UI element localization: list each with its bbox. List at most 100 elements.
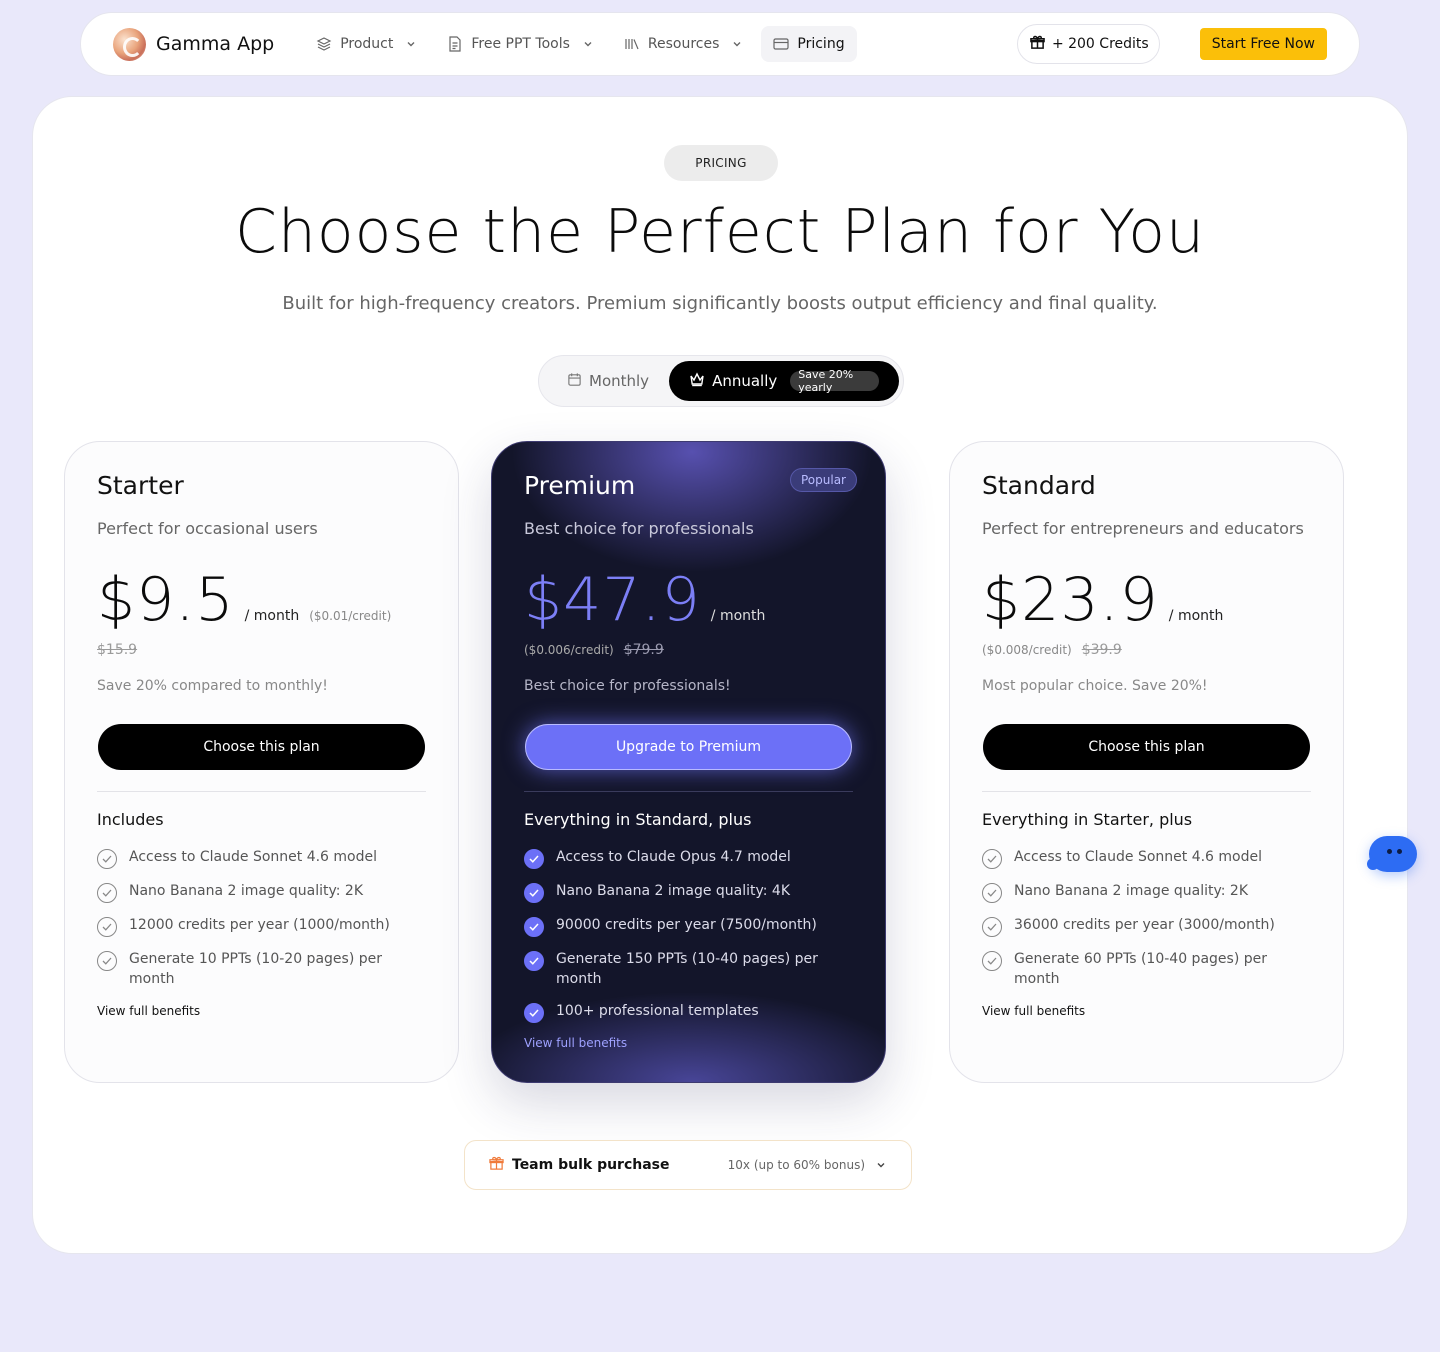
- layers-icon: [316, 36, 332, 52]
- chevron-down-icon: [584, 42, 592, 47]
- check-circle-icon: [524, 1003, 544, 1023]
- divider: [97, 791, 426, 792]
- plan-name: Standard: [982, 471, 1096, 500]
- pricing-badge: PRICING: [664, 145, 778, 181]
- view-full-benefits-link[interactable]: View full benefits: [524, 1036, 627, 1050]
- plan-note: Best choice for professionals!: [524, 678, 731, 694]
- nav-item-label: Pricing: [797, 36, 845, 52]
- plan-description: Perfect for occasional users: [97, 519, 318, 538]
- gift-icon: [489, 1156, 504, 1175]
- billing-monthly-option[interactable]: Monthly: [543, 361, 669, 401]
- feature-item: Nano Banana 2 image quality: 2K: [97, 881, 428, 903]
- check-circle-icon: [524, 883, 544, 903]
- billing-toggle: Monthly Annually Save 20% yearly: [538, 355, 904, 407]
- price-per-credit: ($0.006/credit): [524, 643, 614, 657]
- check-circle-icon: [97, 849, 117, 869]
- save-yearly-badge: Save 20% yearly: [790, 368, 879, 394]
- price-per-credit: ($0.008/credit): [982, 643, 1072, 657]
- billing-annually-label: Annually: [712, 372, 778, 390]
- brand-logo[interactable]: Gamma App: [113, 27, 274, 61]
- feature-item: 90000 credits per year (7500/month): [524, 915, 855, 937]
- bulk-title: Team bulk purchase: [512, 1157, 670, 1173]
- feature-text: 36000 credits per year (3000/month): [1014, 917, 1275, 933]
- feature-text: Generate 150 PPTs (10-40 pages) per mont…: [556, 951, 818, 987]
- crown-icon: [689, 371, 705, 391]
- plan-card-premium: Popular Premium Best choice for professi…: [491, 441, 886, 1083]
- plan-name: Premium: [524, 471, 636, 500]
- credits-button[interactable]: + 200 Credits: [1016, 24, 1160, 64]
- bulk-detail: 10x (up to 60% bonus): [727, 1158, 865, 1172]
- feature-item: 36000 credits per year (3000/month): [982, 915, 1313, 937]
- price-row: $9.5 / month ($0.01/credit): [97, 564, 391, 636]
- feature-item: Access to Claude Sonnet 4.6 model: [982, 847, 1313, 869]
- plan-description: Best choice for professionals: [524, 519, 754, 538]
- feature-item: Generate 10 PPTs (10-20 pages) per month: [97, 949, 428, 989]
- plan-description: Perfect for entrepreneurs and educators: [982, 519, 1304, 538]
- feature-text: Generate 10 PPTs (10-20 pages) per month: [129, 951, 382, 987]
- check-circle-icon: [982, 849, 1002, 869]
- price-period: / month: [1168, 608, 1224, 624]
- calendar-icon: [567, 372, 582, 391]
- choose-plan-button[interactable]: Choose this plan: [98, 724, 425, 770]
- chevron-down-icon: [733, 42, 741, 47]
- check-circle-icon: [97, 951, 117, 971]
- nav-item-product[interactable]: Product: [304, 26, 429, 62]
- feature-text: 12000 credits per year (1000/month): [129, 917, 390, 933]
- plan-name: Starter: [97, 471, 184, 500]
- top-navbar: Gamma App Product Free PPT Tools Resourc…: [80, 12, 1360, 76]
- plan-note: Most popular choice. Save 20%!: [982, 678, 1208, 694]
- check-circle-icon: [524, 849, 544, 869]
- price-period: / month: [244, 608, 300, 624]
- feature-text: Access to Claude Sonnet 4.6 model: [1014, 849, 1263, 865]
- original-price: $39.9: [1081, 642, 1122, 658]
- check-circle-icon: [524, 917, 544, 937]
- price-row: $47.9 / month: [524, 564, 765, 636]
- feature-item: Access to Claude Sonnet 4.6 model: [97, 847, 428, 869]
- popular-badge: Popular: [790, 468, 857, 492]
- nav-menu: Product Free PPT Tools Resources Pricing: [304, 26, 857, 62]
- price-per-credit: ($0.01/credit): [309, 609, 392, 623]
- includes-title: Includes: [97, 810, 164, 829]
- view-full-benefits-link[interactable]: View full benefits: [982, 1004, 1085, 1018]
- nav-item-resources[interactable]: Resources: [612, 26, 756, 62]
- feature-list: Access to Claude Sonnet 4.6 model Nano B…: [982, 847, 1313, 1001]
- old-price-row: $15.9: [97, 642, 137, 658]
- view-full-benefits-link[interactable]: View full benefits: [97, 1004, 200, 1018]
- chevron-down-icon: [407, 42, 415, 47]
- team-bulk-purchase[interactable]: Team bulk purchase 10x (up to 60% bonus): [464, 1140, 912, 1190]
- feature-item: Generate 150 PPTs (10-40 pages) per mont…: [524, 949, 855, 989]
- feature-text: 100+ professional templates: [556, 1003, 759, 1019]
- nav-item-pricing[interactable]: Pricing: [761, 26, 857, 62]
- billing-monthly-label: Monthly: [589, 372, 650, 390]
- original-price: $15.9: [97, 642, 138, 658]
- billing-annually-option[interactable]: Annually Save 20% yearly: [669, 361, 899, 401]
- page-subtitle: Built for high-frequency creators. Premi…: [282, 293, 1158, 314]
- check-circle-icon: [97, 917, 117, 937]
- nav-item-label: Free PPT Tools: [471, 36, 570, 52]
- feature-item: Nano Banana 2 image quality: 4K: [524, 881, 855, 903]
- start-free-button[interactable]: Start Free Now: [1199, 28, 1327, 60]
- card-icon: [773, 36, 789, 52]
- feature-text: Generate 60 PPTs (10-40 pages) per month: [1014, 951, 1267, 987]
- credits-label: + 200 Credits: [1051, 36, 1149, 52]
- nav-item-label: Product: [340, 36, 394, 52]
- nav-actions: + 200 Credits Start Free Now: [1016, 24, 1327, 64]
- feature-text: Nano Banana 2 image quality: 2K: [129, 883, 364, 899]
- check-circle-icon: [982, 917, 1002, 937]
- page-title: Choose the Perfect Plan for You: [234, 197, 1206, 267]
- feature-item: Access to Claude Opus 4.7 model: [524, 847, 855, 869]
- chat-bubble-icon[interactable]: [1367, 836, 1417, 872]
- check-circle-icon: [97, 883, 117, 903]
- check-circle-icon: [524, 951, 544, 971]
- feature-list: Access to Claude Opus 4.7 model Nano Ban…: [524, 847, 855, 1035]
- choose-plan-button[interactable]: Choose this plan: [983, 724, 1310, 770]
- upgrade-premium-button[interactable]: Upgrade to Premium: [525, 724, 852, 770]
- feature-text: Access to Claude Sonnet 4.6 model: [129, 849, 378, 865]
- library-icon: [624, 36, 640, 52]
- price-row: $23.9 / month: [982, 564, 1223, 636]
- feature-text: 90000 credits per year (7500/month): [556, 917, 817, 933]
- feature-item: 100+ professional templates: [524, 1001, 855, 1023]
- feature-item: Nano Banana 2 image quality: 2K: [982, 881, 1313, 903]
- original-price: $79.9: [623, 642, 664, 658]
- nav-item-free-ppt-tools[interactable]: Free PPT Tools: [435, 26, 606, 62]
